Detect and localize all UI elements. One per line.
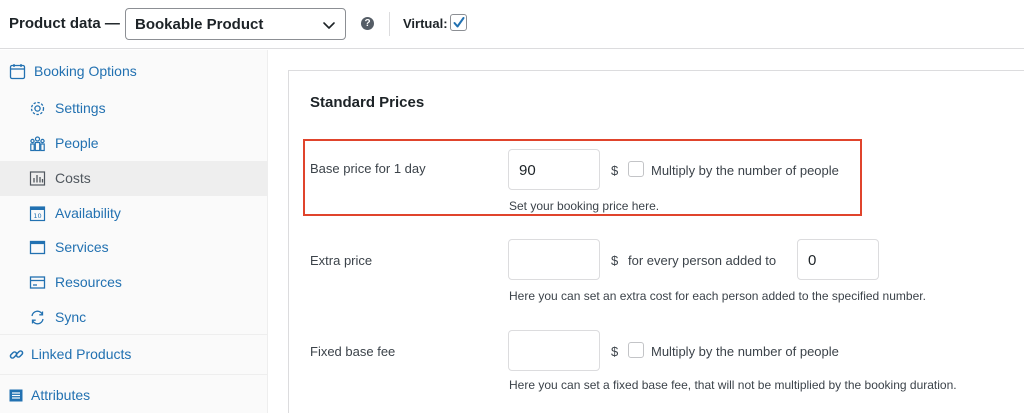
base-price-help: Set your booking price here. <box>509 199 660 213</box>
sidebar-divider <box>0 334 268 335</box>
base-price-input[interactable]: 90 <box>508 149 600 190</box>
chart-icon <box>29 171 46 186</box>
sidebar-item-label: Attributes <box>31 387 91 403</box>
base-price-value: 90 <box>519 162 536 179</box>
gear-icon <box>30 101 45 116</box>
sidebar-divider <box>0 374 268 375</box>
sidebar-item-label: Booking Options <box>34 63 137 79</box>
fixed-fee-input[interactable] <box>508 330 600 371</box>
extra-price-input[interactable] <box>508 239 600 280</box>
sidebar-item-availability[interactable]: 10 Availability <box>0 196 268 231</box>
currency-symbol: $ <box>611 163 619 178</box>
sidebar-item-label: Sync <box>55 309 87 325</box>
extra-price-between-text: for every person added to <box>628 253 777 268</box>
sidebar-item-resources[interactable]: Resources <box>0 265 268 300</box>
question-circle-icon[interactable]: ? <box>361 17 374 30</box>
sidebar-item-label: Costs <box>55 170 91 186</box>
sync-icon <box>31 310 44 325</box>
svg-text:10: 10 <box>33 212 41 220</box>
sidebar-item-label: Resources <box>55 274 122 290</box>
sidebar-item-costs[interactable]: Costs <box>0 161 268 196</box>
sidebar-item-label: Settings <box>55 100 106 116</box>
sidebar-item-label: Services <box>55 239 109 255</box>
section-title: Standard Prices <box>310 94 425 111</box>
fixed-fee-multiply-checkbox[interactable] <box>628 342 644 358</box>
currency-symbol: $ <box>611 344 619 359</box>
card-icon <box>29 276 46 289</box>
person-count-value: 0 <box>808 252 817 269</box>
sidebar-item-settings[interactable]: Settings <box>0 91 268 126</box>
chevron-down-icon <box>323 22 335 29</box>
checkmark-icon <box>453 17 465 28</box>
product-type-value: Bookable Product <box>135 16 264 33</box>
multiply-people-checkbox[interactable] <box>628 161 644 177</box>
calendar-10-icon: 10 <box>29 206 46 222</box>
sidebar-item-services[interactable]: Services <box>0 230 268 265</box>
link-icon <box>9 350 24 359</box>
list-icon <box>9 389 23 402</box>
window-icon <box>29 240 46 255</box>
fixed-fee-multiply-label: Multiply by the number of people <box>651 344 839 359</box>
currency-symbol: $ <box>611 253 619 268</box>
product-data-tabs: Booking Options Settings People Costs 10… <box>0 50 268 413</box>
sidebar-item-sync[interactable]: Sync <box>0 300 268 335</box>
virtual-checkbox[interactable] <box>450 14 467 31</box>
calendar-icon <box>9 64 26 80</box>
sidebar-item-people[interactable]: People <box>0 126 268 161</box>
person-count-input[interactable]: 0 <box>797 239 879 280</box>
product-data-header: Product data — Bookable Product ? Virtua… <box>0 0 1024 49</box>
fixed-fee-label: Fixed base fee <box>310 344 396 359</box>
sidebar-item-label: Linked Products <box>31 346 132 362</box>
product-type-select[interactable]: Bookable Product <box>125 8 346 40</box>
base-price-label: Base price for 1 day <box>310 161 426 176</box>
sidebar-item-booking-options[interactable]: Booking Options <box>0 54 268 89</box>
virtual-label: Virtual: <box>403 16 448 31</box>
sidebar-item-label: People <box>55 135 99 151</box>
header-divider <box>389 12 390 36</box>
multiply-people-label: Multiply by the number of people <box>651 163 839 178</box>
sidebar-item-attributes[interactable]: Attributes <box>0 378 268 413</box>
people-icon <box>30 136 45 152</box>
sidebar-item-linked-products[interactable]: Linked Products <box>0 337 268 372</box>
extra-price-label: Extra price <box>310 253 373 268</box>
sidebar-item-label: Availability <box>55 205 121 221</box>
extra-price-help: Here you can set an extra cost for each … <box>509 289 926 303</box>
costs-panel <box>288 70 1024 413</box>
product-data-title: Product data — <box>9 15 120 32</box>
fixed-fee-help: Here you can set a fixed base fee, that … <box>509 378 957 392</box>
